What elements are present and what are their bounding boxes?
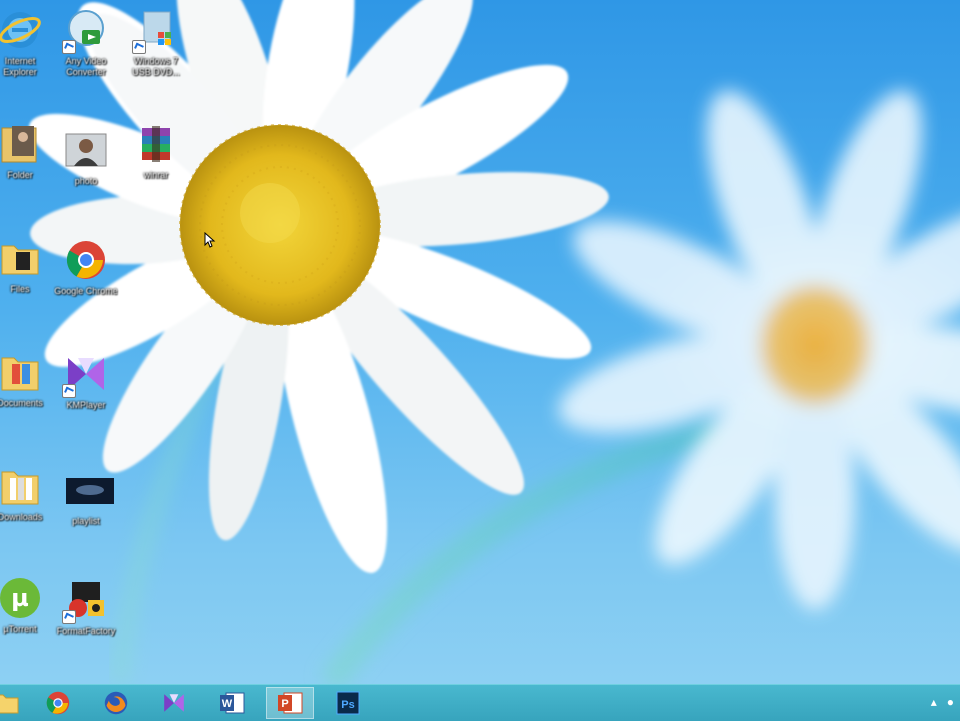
photoshop-icon: Ps	[336, 691, 360, 715]
mouse-cursor-icon	[204, 232, 216, 248]
icon-label: winrar	[143, 170, 169, 180]
desktop-icon[interactable]: Internet Explorer	[0, 8, 52, 108]
documents-folder-icon	[0, 350, 42, 394]
desktop-icon[interactable]: µ µTorrent	[0, 576, 52, 676]
photoshop-letters: Ps	[341, 699, 354, 711]
taskbar-kmplayer-button[interactable]	[150, 687, 198, 719]
desktop-icon[interactable]: Downloads	[0, 464, 52, 564]
word-icon: W	[220, 692, 245, 714]
icon-label: Google Chrome	[54, 286, 118, 296]
user-folder-icon	[0, 122, 42, 166]
kmplayer-icon	[164, 694, 184, 712]
desktop-icon[interactable]: Folder	[0, 122, 52, 222]
powerpoint-letter: P	[281, 698, 288, 710]
tray-status-icon[interactable]: ●	[947, 695, 954, 709]
taskbar-chrome-button[interactable]	[34, 687, 82, 719]
desktop-icon[interactable]: Any Video Converter	[54, 8, 118, 108]
chrome-icon	[46, 691, 70, 715]
icon-label: Downloads	[0, 512, 43, 522]
icon-label: Files	[10, 284, 30, 294]
icon-label: playlist	[72, 516, 100, 526]
desktop-icon[interactable]: Google Chrome	[54, 238, 118, 338]
desktop-icon[interactable]: Files	[0, 236, 52, 336]
icon-label: Any Video Converter	[65, 56, 107, 77]
icon-label: Internet Explorer	[3, 56, 37, 77]
icon-label: photo	[74, 176, 98, 186]
taskbar-firefox-button[interactable]	[92, 687, 140, 719]
icon-label: FormatFactory	[56, 626, 116, 636]
taskbar-photoshop-button[interactable]: Ps	[324, 687, 372, 719]
desktop-icon[interactable]: Documents	[0, 350, 52, 450]
desktop-icon[interactable]: winrar	[124, 122, 188, 222]
downloads-folder-icon	[0, 464, 42, 508]
shortcut-arrow-icon	[62, 384, 76, 398]
format-factory-icon	[62, 578, 108, 624]
powerpoint-icon: P	[278, 692, 303, 714]
google-chrome-icon	[64, 238, 108, 282]
files-folder-icon	[0, 236, 42, 280]
word-letter: W	[222, 698, 233, 710]
taskbar-file-explorer-button[interactable]	[0, 687, 30, 719]
svg-text:µ: µ	[11, 584, 29, 612]
desktop-icon[interactable]: photo	[54, 128, 118, 228]
easy-video-converter-icon	[62, 8, 108, 54]
icon-label: Documents	[0, 398, 43, 408]
shortcut-arrow-icon	[132, 40, 146, 54]
taskbar-powerpoint-button[interactable]: P	[266, 687, 314, 719]
shortcut-arrow-icon	[62, 610, 76, 624]
movie-file-icon	[64, 468, 114, 512]
firefox-icon	[104, 691, 128, 715]
user-photo-icon	[64, 128, 108, 172]
desktop-icon[interactable]: KMPlayer	[54, 352, 118, 452]
kmplayer-icon	[62, 352, 108, 398]
desktop-icon[interactable]: playlist	[54, 468, 118, 568]
windows-7-usb-dvd-icon	[132, 8, 178, 54]
taskbar-word-button[interactable]: W	[208, 687, 256, 719]
icon-label: Windows 7 USB DVD...	[132, 56, 180, 77]
shortcut-arrow-icon	[62, 40, 76, 54]
icon-label: KMPlayer	[66, 400, 106, 410]
desktop-icon[interactable]: Windows 7 USB DVD...	[124, 8, 188, 108]
file-explorer-icon	[0, 694, 19, 714]
internet-explorer-icon	[0, 8, 42, 52]
utorrent-icon: µ	[0, 576, 42, 620]
icon-label: µTorrent	[3, 624, 37, 634]
taskbar: W P Ps ▴ ●	[0, 684, 960, 721]
desktop-icon[interactable]: FormatFactory	[54, 578, 118, 678]
winrar-icon	[134, 122, 178, 166]
show-hidden-icons-arrow-icon[interactable]: ▴	[931, 695, 937, 709]
desktop[interactable]: Internet Explorer Any Video Converter Wi…	[0, 0, 960, 684]
icon-label: Folder	[7, 170, 33, 180]
system-tray: ▴ ●	[931, 695, 954, 709]
